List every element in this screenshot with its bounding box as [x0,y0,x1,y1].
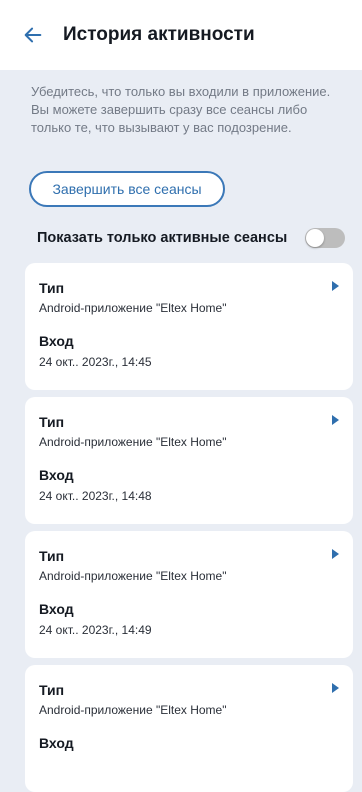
play-arrow-icon[interactable] [331,281,339,291]
arrow-left-icon[interactable] [22,24,44,46]
session-type-value: Android-приложение "Eltex Home" [39,301,227,315]
session-type-value: Android-приложение "Eltex Home" [39,435,227,449]
session-type-label: Тип [39,280,65,296]
session-card[interactable]: Тип Android-приложение "Eltex Home" Вход… [25,263,353,390]
page-title: История активности [63,24,255,45]
session-type-label: Тип [39,414,65,430]
active-sessions-toggle-label: Показать только активные сеансы [37,230,288,246]
end-all-sessions-button[interactable]: Завершить все сеансы [29,171,225,207]
session-type-value: Android-приложение "Eltex Home" [39,569,227,583]
app-bar: История активности [0,0,362,70]
session-type-value: Android-приложение "Eltex Home" [39,703,227,717]
active-sessions-toggle-row[interactable]: Показать только активные сеансы [37,226,347,250]
description-text: Убедитесь, что только вы входили в прило… [31,84,331,135]
session-login-label: Вход [39,467,74,483]
session-card[interactable]: Тип Android-приложение "Eltex Home" Вход… [25,397,353,524]
session-type-label: Тип [39,548,65,564]
session-login-value: 24 окт.. 2023г., 14:45 [39,355,152,369]
session-login-value: 24 окт.. 2023г., 14:49 [39,623,152,637]
session-login-label: Вход [39,735,74,751]
session-card[interactable]: Тип Android-приложение "Eltex Home" Вход [25,665,353,792]
session-login-label: Вход [39,601,74,617]
session-type-label: Тип [39,682,65,698]
session-card[interactable]: Тип Android-приложение "Eltex Home" Вход… [25,531,353,658]
session-login-value: 24 окт.. 2023г., 14:48 [39,489,152,503]
play-arrow-icon[interactable] [331,683,339,693]
play-arrow-icon[interactable] [331,415,339,425]
switch-thumb [306,229,324,247]
play-arrow-icon[interactable] [331,549,339,559]
session-login-label: Вход [39,333,74,349]
active-sessions-switch[interactable] [305,228,345,248]
